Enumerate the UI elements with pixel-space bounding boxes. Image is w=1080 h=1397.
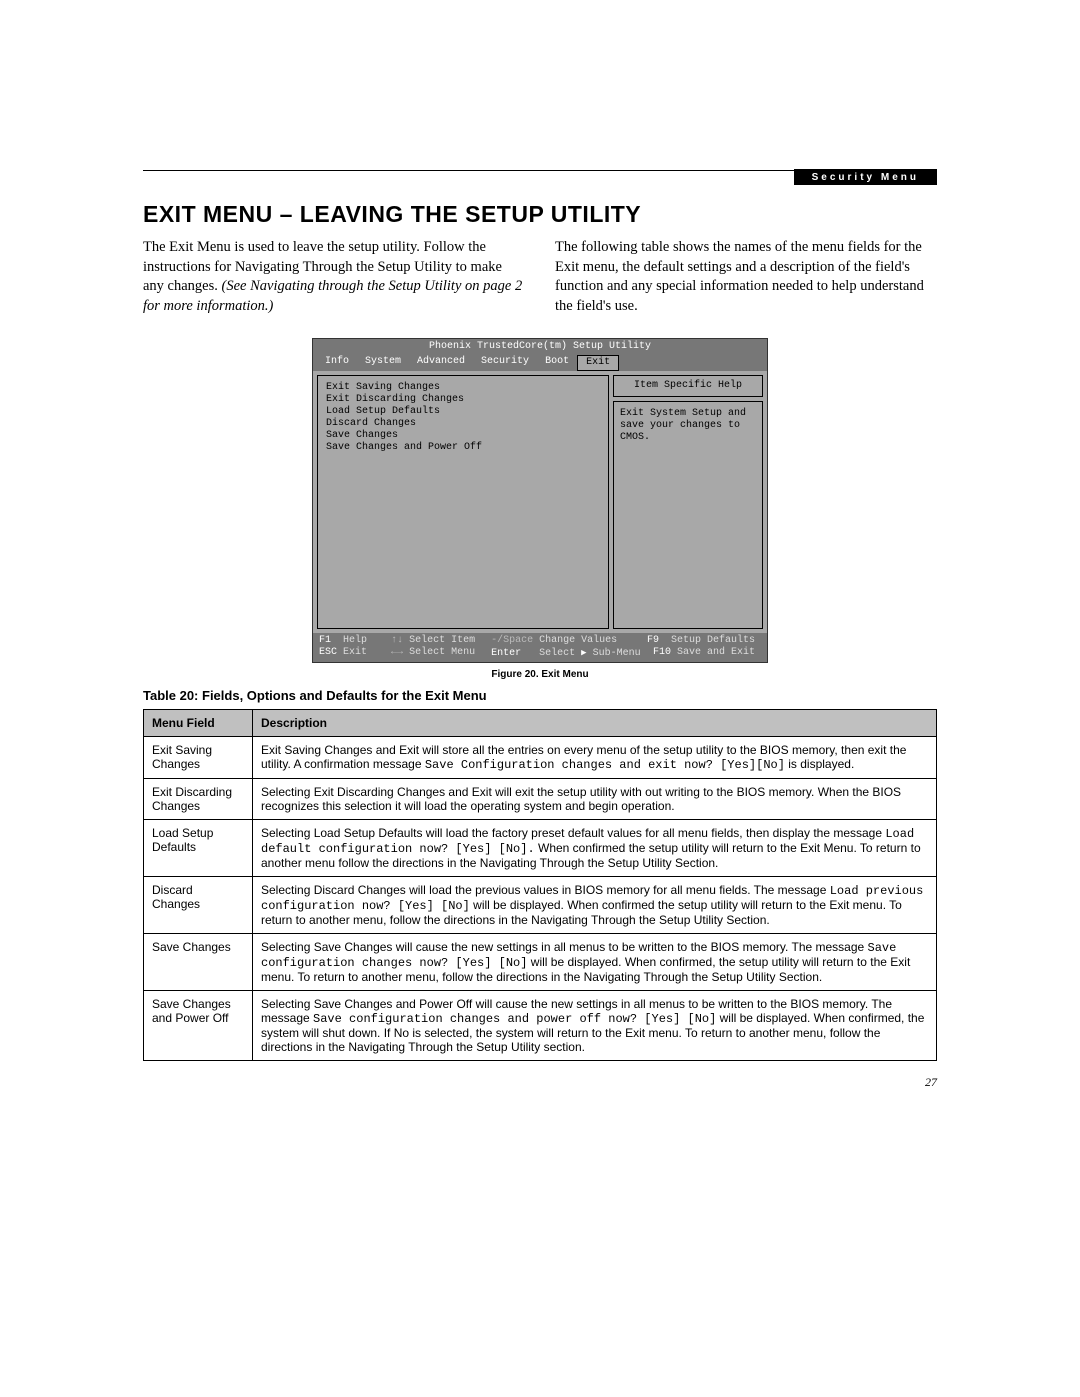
cell-field: Discard Changes <box>144 877 253 934</box>
label-save-exit: Save and Exit <box>677 647 755 658</box>
key-f1: F1 <box>319 635 331 646</box>
page-title: EXIT MENU – LEAVING THE SETUP UTILITY <box>143 201 937 228</box>
bios-tab-boot[interactable]: Boot <box>537 355 577 371</box>
bios-tab-exit[interactable]: Exit <box>577 355 619 371</box>
bios-menu-item[interactable]: Load Setup Defaults <box>326 406 600 418</box>
bios-help-column: Item Specific Help Exit System Setup and… <box>613 375 763 629</box>
table-row: Load Setup Defaults Selecting Load Setup… <box>144 820 937 877</box>
cell-desc: Selecting Exit Discarding Changes and Ex… <box>253 779 937 820</box>
bios-menu-item[interactable]: Exit Saving Changes <box>326 382 600 394</box>
key-esc: ESC <box>319 647 337 658</box>
key-enter: Enter <box>491 648 521 659</box>
label-exit: Exit <box>343 647 367 658</box>
key-f9: F9 <box>647 635 659 646</box>
table-row: Save Changes and Power Off Selecting Sav… <box>144 991 937 1061</box>
bios-title: Phoenix TrustedCore(tm) Setup Utility <box>313 339 767 355</box>
cell-field: Save Changes and Power Off <box>144 991 253 1061</box>
table-row: Save Changes Selecting Save Changes will… <box>144 934 937 991</box>
bios-tab-system[interactable]: System <box>357 355 409 371</box>
col-header-description: Description <box>253 710 937 737</box>
label-help: Help <box>343 635 367 646</box>
label-select-submenu-a: Select <box>539 648 581 659</box>
cell-desc: Selecting Discard Changes will load the … <box>253 877 937 934</box>
cell-desc: Selecting Save Changes will cause the ne… <box>253 934 937 991</box>
col-header-menu-field: Menu Field <box>144 710 253 737</box>
bios-menu-item[interactable]: Exit Discarding Changes <box>326 394 600 406</box>
bios-screenshot: Phoenix TrustedCore(tm) Setup Utility In… <box>312 338 768 663</box>
table-row: Exit Saving Changes Exit Saving Changes … <box>144 737 937 779</box>
figure-caption: Figure 20. Exit Menu <box>143 669 937 680</box>
bios-help-body: Exit System Setup and save your changes … <box>613 401 763 629</box>
fields-table: Menu Field Description Exit Saving Chang… <box>143 709 937 1061</box>
key-f10: F10 <box>653 647 671 658</box>
table-row: Exit Discarding Changes Selecting Exit D… <box>144 779 937 820</box>
intro-right: The following table shows the names of t… <box>555 238 937 316</box>
page-number: 27 <box>143 1075 937 1090</box>
label-select-item: Select Item <box>409 635 475 646</box>
bios-body: Exit Saving Changes Exit Discarding Chan… <box>313 371 767 633</box>
bios-menu-item[interactable]: Discard Changes <box>326 418 600 430</box>
key-leftright-icon: ←→ <box>391 647 403 658</box>
bios-tabs: Info System Advanced Security Boot Exit <box>313 355 767 371</box>
cell-desc: Selecting Save Changes and Power Off wil… <box>253 991 937 1061</box>
bios-tab-advanced[interactable]: Advanced <box>409 355 473 371</box>
bios-menu-item[interactable]: Save Changes <box>326 430 600 442</box>
bios-footer: F1 Help ↑↓ Select Item -/Space Change Va… <box>313 633 767 662</box>
header-tab: Security Menu <box>794 169 937 185</box>
key-space: -/Space <box>491 635 533 646</box>
table-title: Table 20: Fields, Options and Defaults f… <box>143 688 937 703</box>
intro-columns: The Exit Menu is used to leave the setup… <box>143 238 937 316</box>
bios-menu-item[interactable]: Save Changes and Power Off <box>326 442 600 454</box>
cell-field: Exit Discarding Changes <box>144 779 253 820</box>
bios-tab-security[interactable]: Security <box>473 355 537 371</box>
cell-field: Load Setup Defaults <box>144 820 253 877</box>
bios-main-panel: Exit Saving Changes Exit Discarding Chan… <box>317 375 609 629</box>
cell-field: Exit Saving Changes <box>144 737 253 779</box>
table-row: Discard Changes Selecting Discard Change… <box>144 877 937 934</box>
bios-help-header: Item Specific Help <box>613 375 763 397</box>
cell-desc: Selecting Load Setup Defaults will load … <box>253 820 937 877</box>
label-select-submenu-b: Sub-Menu <box>587 648 641 659</box>
cell-field: Save Changes <box>144 934 253 991</box>
cell-desc: Exit Saving Changes and Exit will store … <box>253 737 937 779</box>
bios-tab-info[interactable]: Info <box>317 355 357 371</box>
label-select-menu: Select Menu <box>409 647 475 658</box>
label-setup-defaults: Setup Defaults <box>671 635 755 646</box>
intro-left: The Exit Menu is used to leave the setup… <box>143 238 525 316</box>
key-updown-icon: ↑↓ <box>391 635 403 646</box>
label-change-values: Change Values <box>539 635 617 646</box>
